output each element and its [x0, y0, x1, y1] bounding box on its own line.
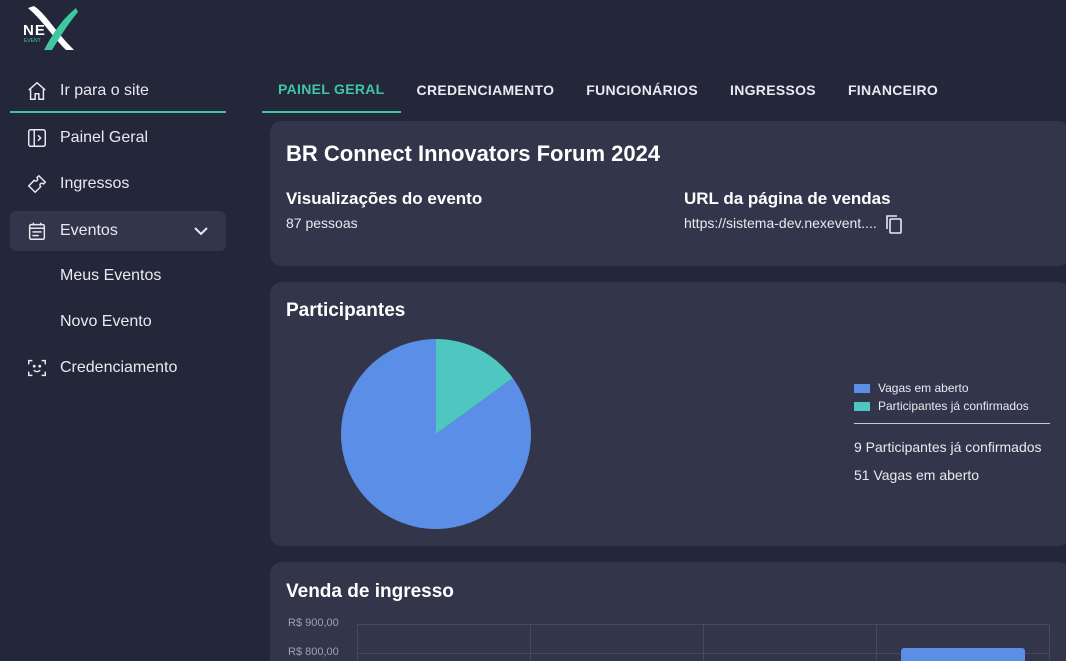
sales-title: Venda de ingresso: [286, 581, 454, 602]
sidebar-item-label: Painel Geral: [60, 129, 149, 146]
face-scan-icon: [28, 359, 46, 377]
open-count: 51 Vagas em aberto: [854, 467, 980, 483]
tab-painel-geral[interactable]: PAINEL GERAL: [262, 66, 401, 113]
event-info-card: BR Connect Innovators Forum 2024 Visuali…: [270, 121, 1066, 266]
chevron-down-icon[interactable]: [192, 220, 210, 242]
sidebar-item-eventos[interactable]: Eventos: [10, 211, 226, 251]
views-label: Visualizações do evento: [286, 189, 483, 208]
legend-item: Participantes já confirmados: [854, 397, 1050, 415]
sidebar-item-ingressos[interactable]: Ingressos: [10, 164, 226, 204]
logo[interactable]: NE EVENT: [20, 4, 80, 54]
legend-label: Vagas em aberto: [878, 381, 969, 395]
sidebar-item-painel-geral[interactable]: Painel Geral: [10, 118, 226, 158]
chart-legend: Vagas em aberto Participantes já confirm…: [854, 379, 1050, 424]
sales-bar: [901, 648, 1025, 661]
legend-divider: [854, 423, 1050, 424]
grid-line: [703, 624, 704, 661]
tab-credenciamento[interactable]: CREDENCIAMENTO: [401, 66, 571, 113]
ticket-sales-card: Venda de ingresso R$ 900,00 R$ 800,00: [270, 562, 1066, 661]
grid-line: [1049, 624, 1050, 661]
participants-pie-chart: [341, 339, 531, 529]
tab-funcionarios[interactable]: FUNCIONÁRIOS: [570, 66, 714, 113]
calendar-icon: [28, 222, 46, 240]
sidebar-item-label: Eventos: [60, 222, 118, 239]
sidebar: NE EVENT Ir para o site Painel Geral Ing…: [0, 0, 240, 661]
sidebar-subitem-meus-eventos[interactable]: Meus Eventos: [60, 261, 161, 291]
participants-card: Participantes Vagas em aberto Participan…: [270, 282, 1066, 546]
grid-line: [876, 624, 877, 661]
legend-label: Participantes já confirmados: [878, 399, 1029, 413]
sidebar-item-label: Ir para o site: [60, 81, 149, 99]
ticket-icon: [27, 174, 47, 194]
y-tick-label: R$ 800,00: [288, 646, 339, 658]
confirmed-count: 9 Participantes já confirmados: [854, 439, 1042, 455]
y-tick-label: R$ 900,00: [288, 617, 339, 629]
panel-icon: [28, 129, 46, 147]
url-label: URL da página de vendas: [684, 189, 891, 208]
sidebar-item-credenciamento[interactable]: Credenciamento: [10, 348, 226, 388]
home-icon: [28, 81, 46, 100]
tab-bar: PAINEL GERAL CREDENCIAMENTO FUNCIONÁRIOS…: [262, 66, 954, 113]
copy-icon[interactable]: [885, 214, 903, 234]
views-value: 87 pessoas: [286, 215, 358, 231]
event-title: BR Connect Innovators Forum 2024: [286, 141, 661, 166]
sidebar-item-label: Ingressos: [60, 175, 130, 192]
participants-title: Participantes: [286, 300, 406, 321]
legend-swatch: [854, 401, 870, 411]
legend-item: Vagas em aberto: [854, 379, 1050, 397]
logo-subtext: EVENT: [24, 38, 41, 44]
sidebar-item-site[interactable]: Ir para o site: [10, 70, 226, 113]
sidebar-subitem-novo-evento[interactable]: Novo Evento: [60, 307, 152, 337]
tab-financeiro[interactable]: FINANCEIRO: [832, 66, 954, 113]
grid-line: [530, 624, 531, 661]
url-value[interactable]: https://sistema-dev.nexevent....: [684, 215, 877, 231]
sidebar-item-label: Credenciamento: [60, 359, 178, 376]
legend-swatch: [854, 383, 870, 393]
logo-text: NE: [23, 22, 46, 39]
tab-ingressos[interactable]: INGRESSOS: [714, 66, 832, 113]
grid-line: [357, 624, 358, 661]
